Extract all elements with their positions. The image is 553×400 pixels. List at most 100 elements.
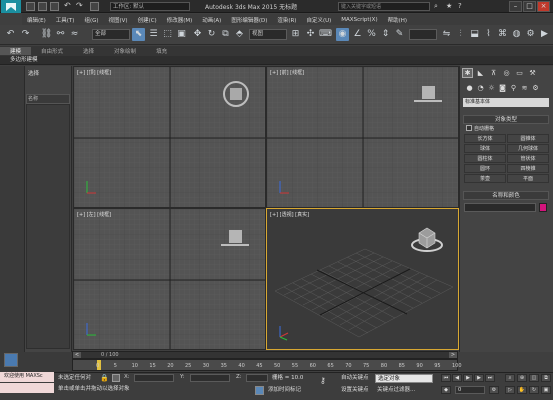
layout-toggle-icon[interactable]	[4, 353, 18, 367]
space-warps-icon[interactable]: ≋	[519, 83, 530, 93]
motion-tab-icon[interactable]: ◎	[501, 68, 512, 78]
geometry-icon[interactable]: ●	[464, 83, 475, 93]
shapes-icon[interactable]: ◔	[475, 83, 486, 93]
torus-button[interactable]: 圆环	[464, 164, 506, 173]
viewport-perspective[interactable]: [+] [透视] [真实]	[266, 208, 459, 350]
polygon-modeling-tab[interactable]: 多边形建模	[10, 56, 38, 65]
auto-key-button[interactable]: 自动关键点	[341, 374, 369, 382]
material-editor-icon[interactable]: ◍	[510, 28, 523, 41]
current-frame-input[interactable]: 0	[455, 386, 485, 394]
menu-group[interactable]: 组(G)	[79, 16, 103, 24]
hierarchy-tab-icon[interactable]: ⊼	[488, 68, 499, 78]
modify-tab-icon[interactable]: ◣	[475, 68, 486, 78]
menu-edit[interactable]: 编辑(E)	[22, 16, 51, 24]
box-button[interactable]: 长方体	[464, 134, 506, 143]
menu-rendering[interactable]: 渲染(R)	[272, 16, 301, 24]
zoom-extents-icon[interactable]: ◫	[529, 374, 539, 382]
helpers-icon[interactable]: ⚲	[508, 83, 519, 93]
account-icon[interactable]: ★	[446, 2, 455, 11]
place-icon[interactable]: ⬘	[233, 28, 246, 41]
search-input[interactable]: 键入关键字或短语	[338, 2, 430, 11]
object-category-dropdown[interactable]: 标准基本体	[463, 98, 549, 107]
x-coord-input[interactable]	[134, 374, 174, 382]
maximize-button[interactable]: □	[523, 1, 536, 12]
redo-icon[interactable]: ↷	[19, 28, 32, 41]
layer-explorer-icon[interactable]: ⬓	[468, 28, 481, 41]
next-frame-icon[interactable]: ▶	[474, 374, 484, 382]
pivot-center-icon[interactable]: ⊞	[289, 28, 302, 41]
open-file-icon[interactable]	[38, 2, 47, 11]
explorer-select-menu[interactable]: 选择	[28, 69, 39, 77]
name-column-header[interactable]: 名称	[26, 94, 70, 104]
save-file-icon[interactable]	[50, 2, 59, 11]
selected-set-dropdown[interactable]: 选定对象	[375, 374, 433, 383]
prev-frame-icon[interactable]: ◀	[452, 374, 462, 382]
tab-object-paint[interactable]: 对象绘制	[104, 47, 146, 55]
redo-quick-icon[interactable]: ↷	[76, 2, 85, 11]
viewport-top[interactable]: [+] [顶] [线框]	[73, 66, 266, 208]
new-file-icon[interactable]	[26, 2, 35, 11]
window-crossing-icon[interactable]: ▣	[175, 28, 188, 41]
menu-modifiers[interactable]: 修改器(M)	[162, 16, 198, 24]
undo-quick-icon[interactable]: ↶	[64, 2, 73, 11]
time-next-icon[interactable]: >	[449, 352, 457, 358]
zoom-icon[interactable]: ⌕	[505, 374, 515, 382]
select-rotate-icon[interactable]: ↻	[205, 28, 218, 41]
search-icon[interactable]: ⌕	[434, 2, 443, 11]
viewport-front-label[interactable]: [+] [前] [线框]	[270, 69, 304, 76]
render-setup-icon[interactable]: ⚙	[524, 28, 537, 41]
utilities-tab-icon[interactable]: ⚒	[527, 68, 538, 78]
time-prev-icon[interactable]: <	[73, 352, 81, 358]
rect-selection-icon[interactable]: ⬚	[161, 28, 174, 41]
named-selection-dropdown[interactable]	[409, 29, 437, 40]
workspace-dropdown[interactable]: 工作区: 默认	[110, 2, 190, 11]
menu-create[interactable]: 创建(C)	[133, 16, 162, 24]
bind-space-warp-icon[interactable]: ≈	[68, 28, 81, 41]
zoom-extents-all-icon[interactable]: ⧉	[541, 374, 551, 382]
tab-populate[interactable]: 填充	[146, 47, 177, 55]
viewport-top-label[interactable]: [+] [顶] [线框]	[77, 69, 111, 76]
menu-maxscript[interactable]: MAXScript(X)	[336, 17, 382, 23]
tab-selection[interactable]: 选择	[73, 47, 104, 55]
teapot-button[interactable]: 茶壶	[464, 174, 506, 183]
maximize-viewport-icon[interactable]: ▣	[541, 386, 551, 394]
orbit-icon[interactable]: ↻	[529, 386, 539, 394]
absolute-mode-icon[interactable]	[112, 374, 120, 382]
autogrid-checkbox[interactable]	[466, 125, 472, 131]
snaps-toggle-icon[interactable]: ◉	[336, 28, 349, 41]
cone-button[interactable]: 圆锥体	[507, 134, 549, 143]
viewport-perspective-label[interactable]: [+] [透视] [真实]	[270, 211, 309, 218]
unlink-icon[interactable]: ⚯	[54, 28, 67, 41]
select-manipulate-icon[interactable]: ✣	[304, 28, 317, 41]
spinner-snap-icon[interactable]: ⇕	[379, 28, 392, 41]
zoom-all-icon[interactable]: ⊕	[517, 374, 527, 382]
systems-icon[interactable]: ⚙	[530, 83, 541, 93]
scene-object-list[interactable]	[26, 104, 70, 349]
object-type-rollout[interactable]: 对象类型	[463, 115, 549, 124]
tab-modeling[interactable]: 建模	[0, 47, 32, 55]
viewport-left-label[interactable]: [+] [左] [线框]	[77, 211, 111, 218]
y-coord-input[interactable]	[190, 374, 230, 382]
minimize-button[interactable]: –	[509, 1, 522, 12]
pan-icon[interactable]: ✋	[517, 386, 527, 394]
schematic-view-icon[interactable]: ⌘	[496, 28, 509, 41]
viewport-front[interactable]: [+] [前] [线框]	[266, 66, 459, 208]
sphere-button[interactable]: 球体	[464, 144, 506, 153]
goto-start-icon[interactable]: ⏮	[441, 374, 451, 382]
object-color-swatch[interactable]	[539, 203, 547, 212]
percent-snap-icon[interactable]: %	[365, 28, 378, 41]
name-color-rollout[interactable]: 名称和颜色	[463, 191, 549, 200]
menu-animation[interactable]: 动画(A)	[197, 16, 226, 24]
display-tab-icon[interactable]: ▭	[514, 68, 525, 78]
tab-freeform[interactable]: 自由形式	[31, 47, 73, 55]
fov-icon[interactable]: ▷	[505, 386, 515, 394]
maxscript-output[interactable]	[0, 383, 54, 393]
pyramid-button[interactable]: 四棱锥	[507, 164, 549, 173]
select-by-name-icon[interactable]: ☰	[147, 28, 160, 41]
tube-button[interactable]: 管状体	[507, 154, 549, 163]
viewport-left[interactable]: [+] [左] [线框]	[73, 208, 266, 350]
geosphere-button[interactable]: 几何球体	[507, 144, 549, 153]
select-move-icon[interactable]: ✥	[191, 28, 204, 41]
menu-views[interactable]: 视图(V)	[104, 16, 133, 24]
angle-snap-icon[interactable]: ∠	[351, 28, 364, 41]
